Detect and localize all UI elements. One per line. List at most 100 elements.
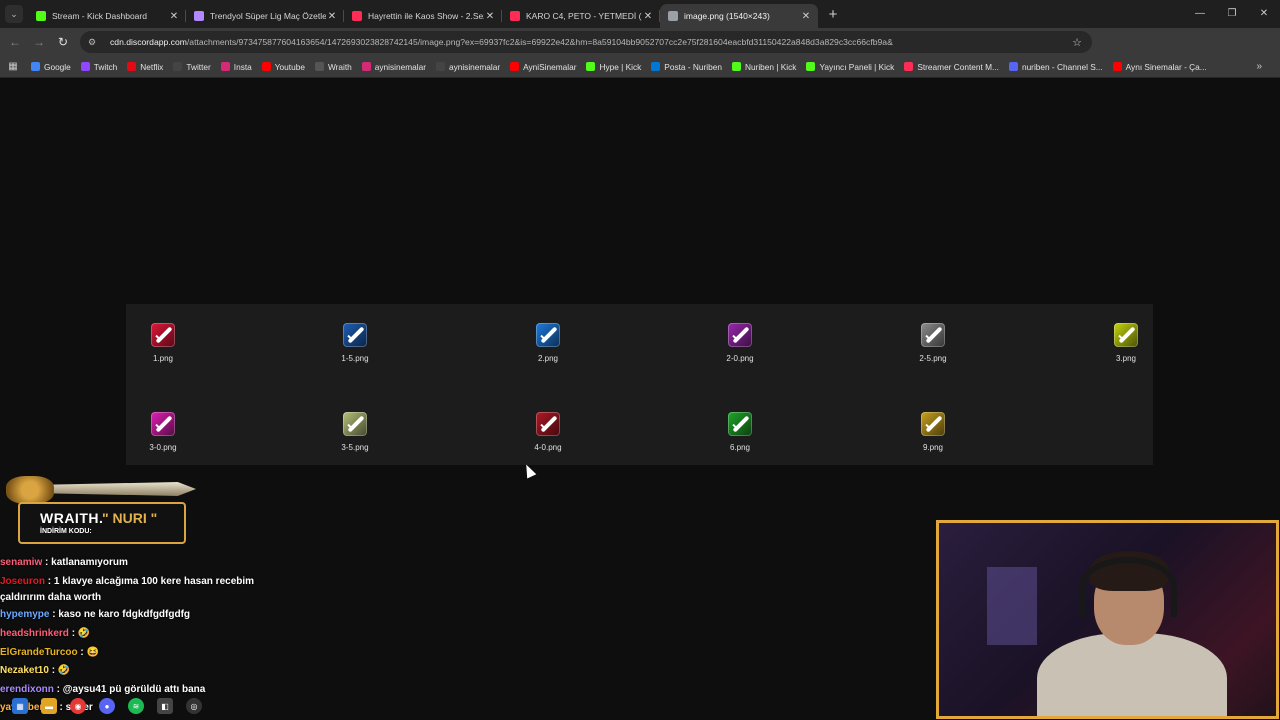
bookmark-label: aynisinemalar xyxy=(448,61,501,72)
tab-strip: ⌄ Stream - Kick Dashboard ✕ Trendyol Süper… xyxy=(0,0,1280,28)
bookmark-favicon-icon xyxy=(435,62,445,71)
tab-search-button[interactable]: ⌄ xyxy=(5,5,23,23)
close-window-button[interactable]: ✕ xyxy=(1248,0,1280,28)
sponsor-overlay: WRAITH. " NURI " İNDİRİM KODU: xyxy=(4,464,196,546)
bookmark-item[interactable]: Yayıncı Paneli | Kick xyxy=(801,62,899,72)
bookmark-item[interactable]: AyniSinemalar xyxy=(505,62,581,72)
image-label: 2.png xyxy=(537,354,559,363)
taskbar: ▦ ▬ ◉ ● ≋ ◧ ◎ xyxy=(0,692,240,720)
bookmark-item[interactable]: Hype | Kick xyxy=(581,62,646,72)
chrome-icon[interactable]: ◉ xyxy=(70,698,86,714)
bookmark-item[interactable]: nuriben - Channel S... xyxy=(1004,62,1108,72)
promo-plate: WRAITH. " NURI " İNDİRİM KODU: xyxy=(18,502,186,544)
background-window xyxy=(987,567,1037,645)
tab-close-icon[interactable]: ✕ xyxy=(168,11,180,22)
new-tab-button[interactable]: + xyxy=(822,6,844,23)
image-tile: 3-5.png xyxy=(325,412,385,452)
bookmark-item[interactable]: aynisinemalar xyxy=(357,62,431,72)
chat-text: : katlanamıyorum xyxy=(42,557,128,568)
bookmark-item[interactable]: Wraith xyxy=(310,62,357,72)
image-label: 2-0.png xyxy=(726,354,754,363)
bookmark-star-icon[interactable]: ☆ xyxy=(1072,36,1082,49)
more-bookmarks-icon[interactable]: » xyxy=(1256,61,1262,72)
start-icon[interactable]: ▦ xyxy=(12,698,28,714)
bookmark-item[interactable]: Google xyxy=(26,62,76,72)
streamer-hoodie xyxy=(1037,633,1227,716)
address-bar[interactable]: ⚙ cdn.discordapp.com/attachments/9734758… xyxy=(80,31,1092,53)
chat-text: : 😆 xyxy=(77,646,99,658)
tab-0[interactable]: Stream - Kick Dashboard ✕ xyxy=(28,4,186,28)
sword-blade xyxy=(540,415,558,433)
bookmark-label: Twitter xyxy=(186,61,211,72)
bookmark-item[interactable]: Nuriben | Kick xyxy=(727,62,802,72)
image-tile: 2.png xyxy=(518,323,578,363)
bookmark-label: Hype | Kick xyxy=(599,61,642,72)
tab-3[interactable]: KARO C4, PETO - YETMEDİ ( LV ✕ xyxy=(502,4,660,28)
youtube-icon xyxy=(510,11,520,21)
bookmark-label: AyniSinemalar xyxy=(523,61,577,72)
chat-message: Nezaket10 : 🤣 xyxy=(0,662,290,681)
back-button[interactable]: ← xyxy=(3,35,27,49)
bookmark-item[interactable]: Posta - Nuriben xyxy=(646,62,727,72)
bookmark-item[interactable]: Streamer Content M... xyxy=(899,62,1004,72)
tab-close-icon[interactable]: ✕ xyxy=(642,11,654,22)
bookmark-favicon-icon xyxy=(314,62,324,71)
site-info-icon[interactable]: ⚙ xyxy=(88,37,100,48)
image-tile: 3-0.png xyxy=(133,412,193,452)
image-tile: 1.png xyxy=(133,323,193,363)
chat-username: Joseuron xyxy=(0,575,46,587)
bookmark-label: Posta - Nuriben xyxy=(664,61,722,72)
sword-icon xyxy=(536,323,560,347)
obs-icon[interactable]: ◎ xyxy=(186,698,202,714)
bookmark-item[interactable]: Youtube xyxy=(257,62,310,72)
forward-button[interactable]: → xyxy=(27,35,51,49)
app-icon[interactable]: ◧ xyxy=(157,698,173,714)
sword-blade xyxy=(1118,326,1136,344)
tab-close-icon[interactable]: ✕ xyxy=(800,11,812,22)
image-label: 4-0.png xyxy=(534,443,562,452)
file-explorer-icon[interactable]: ▬ xyxy=(41,698,57,714)
bookmark-label: Youtube xyxy=(274,61,305,72)
bookmark-item[interactable]: Twitter xyxy=(168,62,215,72)
bookmark-favicon-icon xyxy=(80,62,90,71)
bookmark-label: Nuriben | Kick xyxy=(744,61,797,72)
tab-2[interactable]: Hayrettin ile Kaos Show - 2.Sez ✕ xyxy=(344,4,502,28)
chat-message: ElGrandeTurcoo : 😆 xyxy=(0,644,290,663)
chat-username: senamiw xyxy=(0,557,43,568)
sword-blade xyxy=(925,326,943,344)
bookmark-favicon-icon xyxy=(361,62,371,71)
chat-username: ElGrandeTurcoo xyxy=(0,646,78,658)
toolbar: ← → ↻ ⚙ cdn.discordapp.com/attachments/9… xyxy=(0,28,1280,76)
bookmark-item[interactable]: Insta xyxy=(216,62,257,72)
image-tile: 3.png xyxy=(1096,323,1156,363)
sword-icon xyxy=(728,412,752,436)
apps-grid-icon[interactable]: ▦ xyxy=(0,61,26,72)
chat-username: hypemype xyxy=(0,609,50,621)
url-text[interactable]: cdn.discordapp.com/attachments/973475877… xyxy=(110,37,1040,47)
tab-4[interactable]: image.png (1540×243) ✕ xyxy=(660,4,818,28)
reload-button[interactable]: ↻ xyxy=(51,35,75,49)
bookmark-item[interactable]: Aynı Sinemalar - Ça... xyxy=(1108,62,1212,72)
bookmark-favicon-icon xyxy=(731,62,741,71)
bookmark-item[interactable]: Twitch xyxy=(76,62,123,72)
displayed-image: 1.png 1-5.png 2.png 2-0.png 2-5.png 3.png 3-0.… xyxy=(126,304,1153,465)
sword-icon xyxy=(151,323,175,347)
tab-1[interactable]: Trendyol Süper Lig Maç Özetler ✕ xyxy=(186,4,344,28)
maximize-button[interactable]: ❐ xyxy=(1216,0,1248,28)
bookmark-favicon-icon xyxy=(261,62,271,71)
webcam-feed xyxy=(936,520,1279,719)
discord-icon[interactable]: ● xyxy=(99,698,115,714)
sword-blade xyxy=(155,326,173,344)
bookmark-item[interactable]: aynisinemalar xyxy=(431,62,505,72)
tab-close-icon[interactable]: ✕ xyxy=(484,11,496,22)
spotify-icon[interactable]: ≋ xyxy=(128,698,144,714)
chat-text: : 🤣 xyxy=(48,665,71,677)
kick-icon xyxy=(36,11,46,21)
headset-icon xyxy=(1079,557,1177,617)
sword-hilt-icon xyxy=(6,476,54,504)
bookmark-item[interactable]: Netflix xyxy=(122,62,168,72)
minimize-button[interactable]: — xyxy=(1184,0,1216,28)
tab-close-icon[interactable]: ✕ xyxy=(326,11,338,22)
bookmark-favicon-icon xyxy=(173,62,183,71)
sword-blade xyxy=(347,326,365,344)
